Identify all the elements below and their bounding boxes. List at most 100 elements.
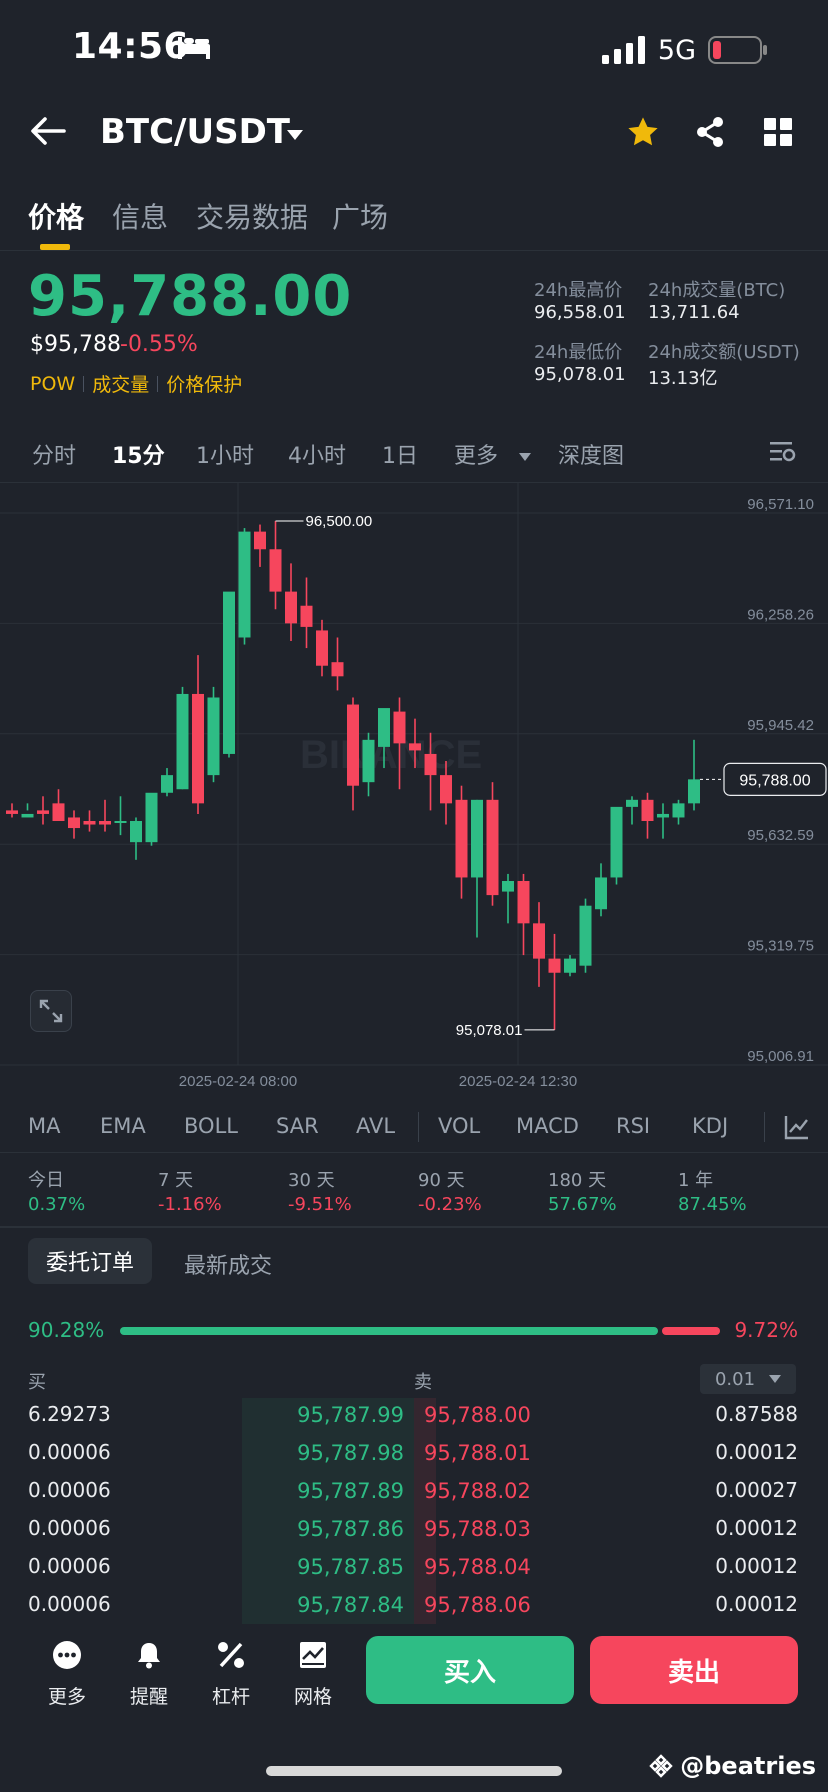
more-button[interactable] (32, 1640, 102, 1674)
candle-body (440, 775, 452, 804)
back-arrow-icon[interactable] (30, 116, 66, 150)
share-icon[interactable] (694, 116, 726, 152)
alert-label[interactable]: 提醒 (114, 1682, 184, 1709)
bed-icon (176, 34, 212, 64)
tab-latest-trades[interactable]: 最新成交 (184, 1248, 272, 1280)
status-time: 14:56 (72, 26, 190, 67)
bid-column-label: 买 (28, 1372, 46, 1393)
grid-trading-button[interactable] (278, 1640, 348, 1674)
perf-value-30d: -9.51% (288, 1194, 352, 1215)
indicator-rsi[interactable]: RSI (616, 1114, 650, 1138)
buy-button[interactable]: 买入 (366, 1636, 574, 1704)
stat-low-label: 24h最低价 (534, 342, 623, 363)
candle-body (300, 605, 313, 627)
interval-depth[interactable]: 深度图 (558, 438, 624, 470)
candle-body (6, 810, 18, 814)
indicator-settings-icon[interactable] (784, 1114, 810, 1144)
chart-watermark: BINANCE (300, 733, 482, 777)
indicator-vol[interactable]: VOL (438, 1114, 480, 1138)
caret-down-icon[interactable] (286, 126, 304, 145)
interval-1d[interactable]: 1日 (382, 438, 418, 470)
candle-body (145, 792, 158, 843)
percent-icon (218, 1642, 244, 1668)
fullscreen-button[interactable] (30, 990, 72, 1032)
candle-body (238, 531, 251, 638)
perf-label: 7 天 (158, 1170, 194, 1191)
tag-volume[interactable]: 成交量 (92, 370, 149, 397)
indicator-ema[interactable]: EMA (100, 1114, 146, 1138)
tab-trading-data[interactable]: 交易数据 (196, 196, 308, 236)
sell-ratio-bar (662, 1327, 720, 1335)
orderbook-row[interactable]: 6.29273 95,787.99 95,788.00 0.87588 (0, 1398, 828, 1436)
candle-body (672, 803, 685, 818)
stat-vol-btc-value: 13,711.64 (648, 302, 740, 323)
tag-pow[interactable]: POW (30, 373, 75, 395)
candle-body (347, 704, 359, 786)
candle-body (130, 820, 142, 843)
sell-ratio: 9.72% (734, 1318, 798, 1342)
indicator-kdj[interactable]: KDJ (692, 1114, 728, 1138)
y-tick-label: 95,945.42 (747, 717, 814, 734)
bid-price: 95,787.99 (297, 1403, 404, 1427)
caret-down-icon (769, 1375, 782, 1383)
interval-1h[interactable]: 1小时 (196, 438, 254, 470)
tag-separator (157, 375, 159, 392)
current-price-label: 95,788.00 (739, 772, 810, 789)
more-label[interactable]: 更多 (32, 1682, 102, 1709)
candle-body (579, 905, 592, 966)
grid-trading-label[interactable]: 网格 (278, 1682, 348, 1709)
grid-icon[interactable] (764, 118, 792, 150)
tab-info[interactable]: 信息 (112, 196, 168, 236)
low-price-label: 95,078.01 (456, 1022, 523, 1039)
pair-title[interactable]: BTC/USDT (100, 112, 290, 152)
interval-15m[interactable]: 15分 (112, 438, 165, 470)
home-indicator[interactable] (266, 1766, 562, 1776)
indicator-macd[interactable]: MACD (516, 1114, 579, 1138)
y-tick-label: 96,571.10 (747, 496, 814, 513)
candle-body (83, 820, 96, 825)
precision-select[interactable]: 0.01 (700, 1364, 796, 1394)
interval-more[interactable]: 更多 (454, 438, 498, 470)
candlestick-chart[interactable]: BINANCE 96,571.10 96,258.26 95,945.42 95,63… (0, 483, 828, 1093)
candle-body (99, 820, 111, 825)
divider (0, 250, 828, 251)
network-label: 5G (657, 34, 696, 66)
indicator-sar[interactable]: SAR (276, 1114, 319, 1138)
orderbook-row[interactable]: 0.00006 95,787.85 95,788.04 0.00012 (0, 1550, 828, 1588)
stat-low-value: 95,078.01 (534, 364, 626, 385)
indicator-avl[interactable]: AVL (356, 1114, 395, 1138)
chart-settings-icon[interactable] (770, 440, 796, 468)
tag-price-protection[interactable]: 价格保护 (166, 370, 242, 397)
candle-body (176, 693, 189, 790)
tab-price[interactable]: 价格 (28, 196, 84, 236)
ask-qty: 0.87588 (715, 1402, 798, 1426)
ask-qty: 0.00027 (715, 1478, 798, 1502)
buy-ratio-bar (120, 1327, 658, 1335)
stat-high-label: 24h最高价 (534, 280, 623, 301)
caret-down-icon[interactable] (518, 447, 532, 466)
interval-4h[interactable]: 4小时 (288, 438, 346, 470)
price-usd: $95,788 (30, 332, 121, 357)
candle-body (626, 799, 638, 807)
alert-button[interactable] (114, 1640, 184, 1674)
orderbook-row[interactable]: 0.00006 95,787.98 95,788.01 0.00012 (0, 1436, 828, 1474)
interval-time[interactable]: 分时 (32, 438, 76, 470)
candle-body (502, 880, 514, 892)
tab-square[interactable]: 广场 (332, 196, 388, 236)
leverage-button[interactable] (196, 1640, 266, 1674)
orderbook-row[interactable]: 0.00006 95,787.86 95,788.03 0.00012 (0, 1512, 828, 1550)
candles (6, 521, 700, 1030)
sell-button[interactable]: 卖出 (590, 1636, 798, 1704)
divider (0, 1226, 828, 1228)
leverage-label[interactable]: 杠杆 (196, 1682, 266, 1709)
orderbook-row[interactable]: 0.00006 95,787.89 95,788.02 0.00027 (0, 1474, 828, 1512)
indicator-boll[interactable]: BOLL (184, 1114, 238, 1138)
bid-price: 95,787.98 (297, 1441, 404, 1465)
candle-body (471, 799, 483, 878)
candle-body (68, 817, 80, 829)
star-icon[interactable] (626, 116, 660, 152)
watermark-text: @beatries (680, 1752, 816, 1780)
tab-order-book[interactable]: 委托订单 (28, 1238, 152, 1284)
indicator-ma[interactable]: MA (28, 1114, 60, 1138)
orderbook-row[interactable]: 0.00006 95,787.84 95,788.06 0.00012 (0, 1588, 828, 1626)
